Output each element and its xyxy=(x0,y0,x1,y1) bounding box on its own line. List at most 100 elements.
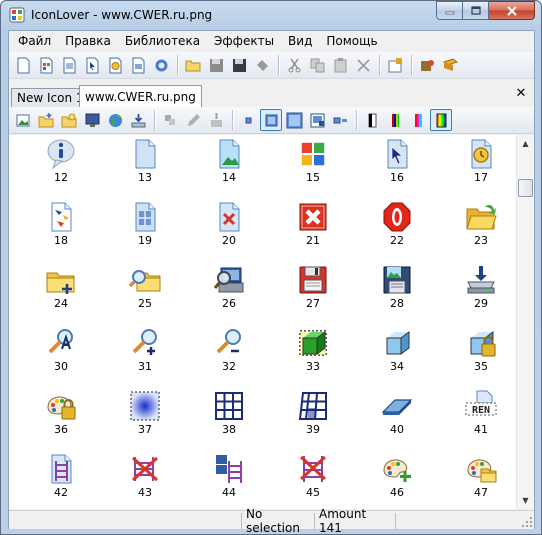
library-icon-item[interactable]: 34 xyxy=(355,327,439,385)
library-icon-item[interactable]: 22 xyxy=(355,201,439,259)
new-icon-icon xyxy=(17,57,29,73)
library-icon-item[interactable]: 16 xyxy=(355,138,439,196)
menu-edit[interactable]: Правка xyxy=(58,34,118,48)
menu-view[interactable]: Вид xyxy=(281,34,319,48)
library-icon-item[interactable]: 45 xyxy=(271,453,355,509)
library-icon-item[interactable]: 27 xyxy=(271,264,355,322)
library-button[interactable] xyxy=(439,54,461,76)
properties-button[interactable] xyxy=(384,54,406,76)
library-icon-item[interactable]: 17 xyxy=(439,138,516,196)
library-icon-item[interactable]: 23 xyxy=(439,201,516,259)
library-icon-item[interactable]: 44 xyxy=(187,453,271,509)
new-cursor-icon xyxy=(86,57,98,73)
add-image-button[interactable] xyxy=(12,109,34,131)
library-icon-item[interactable]: 30 xyxy=(19,327,103,385)
library-icon-item[interactable]: 43 xyxy=(103,453,187,509)
new-animated-cursor-button[interactable] xyxy=(104,54,126,76)
close-button[interactable] xyxy=(489,1,535,20)
library-icon-item[interactable]: 21 xyxy=(271,201,355,259)
cut-button[interactable] xyxy=(283,54,305,76)
add-folder-button[interactable] xyxy=(35,109,57,131)
edit-button[interactable] xyxy=(182,109,204,131)
tab-new-icon-1[interactable]: New Icon 1 xyxy=(11,88,90,107)
library-icon-item[interactable]: REN 41 xyxy=(439,390,516,448)
save-button[interactable] xyxy=(205,54,227,76)
library-icon-item[interactable]: 35 xyxy=(439,327,516,385)
export-button[interactable] xyxy=(159,109,181,131)
view-large-button[interactable] xyxy=(283,109,305,131)
resize-grip-icon[interactable] xyxy=(521,516,533,528)
scroll-down-button[interactable]: ▼ xyxy=(517,492,534,509)
icon-library-view[interactable]: 12 13 14 15 16 17 18 19 20 21 22 23 24 25 26 27 28 29 30 31… xyxy=(9,135,516,509)
library-icon-item[interactable]: 24 xyxy=(19,264,103,322)
save-all-button[interactable] xyxy=(228,54,250,76)
import-button[interactable] xyxy=(127,109,149,131)
view-medium-button[interactable] xyxy=(260,109,282,131)
paste-button[interactable] xyxy=(329,54,351,76)
color-true-button[interactable] xyxy=(430,109,452,131)
view-details-button[interactable] xyxy=(329,109,351,131)
close-tab-button[interactable]: ✕ xyxy=(514,87,528,101)
view-small-button[interactable] xyxy=(237,109,259,131)
scroll-thumb[interactable] xyxy=(518,179,533,197)
copy-button[interactable] xyxy=(306,54,328,76)
icon-index-label: 41 xyxy=(474,423,488,436)
library-icon-item[interactable]: 33 xyxy=(271,327,355,385)
library-icon-item[interactable]: 12 xyxy=(19,138,103,196)
library-icon-item[interactable]: 46 xyxy=(355,453,439,509)
save-image-icon xyxy=(383,266,411,294)
library-icon-item[interactable]: 32 xyxy=(187,327,271,385)
floppy-disk-icon xyxy=(299,266,327,294)
library-icon-item[interactable]: 14 xyxy=(187,138,271,196)
menu-help[interactable]: Помощь xyxy=(319,34,384,48)
tab-www-cwer-ru[interactable]: www.CWER.ru.png xyxy=(79,85,202,107)
book-icon xyxy=(442,57,458,71)
library-icon-item[interactable]: 19 xyxy=(103,201,187,259)
library-icon-item[interactable]: 47 xyxy=(439,453,516,509)
library-icon-item[interactable]: 28 xyxy=(355,264,439,322)
web-cam-button[interactable] xyxy=(150,54,172,76)
library-icon-item[interactable]: 25 xyxy=(103,264,187,322)
library-icon-item[interactable]: 18 xyxy=(19,201,103,259)
library-icon-item[interactable]: 13 xyxy=(103,138,187,196)
title-bar[interactable]: IconLover - www.CWER.ru.png xyxy=(1,1,541,29)
fit-button[interactable] xyxy=(205,109,227,131)
library-icon-item[interactable]: 38 xyxy=(187,390,271,448)
open-button[interactable] xyxy=(182,54,204,76)
icon-index-label: 13 xyxy=(138,171,152,184)
delete-button[interactable] xyxy=(352,54,374,76)
new-library-button[interactable] xyxy=(35,54,57,76)
new-cursor-button[interactable] xyxy=(81,54,103,76)
screen-capture-button[interactable] xyxy=(81,109,103,131)
add-files-button[interactable] xyxy=(58,109,80,131)
library-icon-item[interactable]: 15 xyxy=(271,138,355,196)
library-icon-item[interactable]: 40 xyxy=(355,390,439,448)
view-list-button[interactable] xyxy=(306,109,328,131)
library-icon-item[interactable]: 26 xyxy=(187,264,271,322)
library-icon-item[interactable]: 37 xyxy=(103,390,187,448)
menu-file[interactable]: Файл xyxy=(11,34,58,48)
new-file-button[interactable] xyxy=(127,54,149,76)
color-mono-button[interactable] xyxy=(361,109,383,131)
scroll-up-button[interactable]: ▲ xyxy=(517,135,534,152)
floppy-icon xyxy=(209,58,223,72)
color-256-button[interactable] xyxy=(407,109,429,131)
vertical-scrollbar[interactable]: ▲ ▼ xyxy=(516,135,534,509)
new-image-button[interactable] xyxy=(58,54,80,76)
color-16-button[interactable] xyxy=(384,109,406,131)
menu-library[interactable]: Библиотека xyxy=(118,34,207,48)
web-button[interactable] xyxy=(104,109,126,131)
maximize-button[interactable] xyxy=(463,1,489,20)
library-icon-item[interactable]: 36 xyxy=(19,390,103,448)
main-toolbar xyxy=(9,52,534,79)
menu-effects[interactable]: Эффекты xyxy=(207,34,281,48)
library-icon-item[interactable]: 39 xyxy=(271,390,355,448)
minimize-button[interactable] xyxy=(436,1,463,20)
library-icon-item[interactable]: 42 xyxy=(19,453,103,509)
new-icon-button[interactable] xyxy=(12,54,34,76)
library-icon-item[interactable]: 20 xyxy=(187,201,271,259)
extract-button[interactable] xyxy=(416,54,438,76)
library-icon-item[interactable]: 31 xyxy=(103,327,187,385)
library-icon-item[interactable]: 29 xyxy=(439,264,516,322)
save-as-button[interactable] xyxy=(251,54,273,76)
